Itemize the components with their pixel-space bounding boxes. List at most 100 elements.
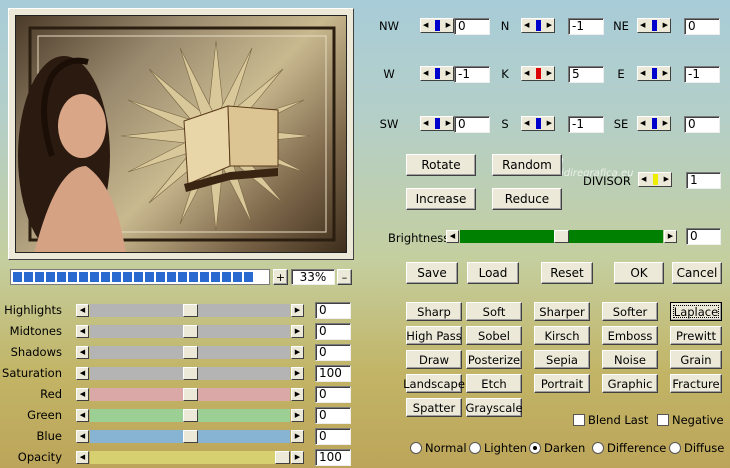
preset-button[interactable]: Portrait [534, 374, 590, 393]
matrix-value-field[interactable]: 0 [454, 116, 490, 133]
preset-button[interactable]: Softer [602, 302, 658, 321]
increase-button[interactable]: Increase [406, 188, 476, 210]
slider-left-arrow[interactable]: ◀ [76, 346, 89, 359]
slider-thumb[interactable] [183, 367, 198, 380]
brightness-thumb[interactable] [554, 230, 569, 243]
matrix-value-field[interactable]: 0 [454, 18, 490, 35]
matrix-value-field[interactable]: -1 [568, 116, 604, 133]
slider-left-arrow[interactable]: ◀ [76, 430, 89, 443]
preset-button[interactable]: Grain [670, 350, 722, 369]
preset-button[interactable]: Emboss [602, 326, 658, 345]
matrix-value-field[interactable]: 0 [684, 116, 720, 133]
slider-value-field[interactable]: 0 [315, 302, 351, 319]
slider-track[interactable] [90, 451, 290, 464]
slider-right-arrow[interactable]: ▶ [291, 451, 304, 464]
divisor-field[interactable]: 1 [686, 172, 721, 189]
slider-left-arrow[interactable]: ◀ [76, 367, 89, 380]
matrix-spinner[interactable]: ◀ ▶ [637, 116, 671, 131]
brightness-field[interactable]: 0 [686, 228, 721, 245]
blend-last-checkbox[interactable] [573, 414, 585, 426]
slider-right-arrow[interactable]: ▶ [291, 346, 304, 359]
slider-thumb[interactable] [183, 388, 198, 401]
left-arrow-icon[interactable]: ◀ [423, 70, 428, 77]
preset-button[interactable]: High Pass [406, 326, 462, 345]
matrix-spinner[interactable]: ◀ ▶ [420, 66, 454, 81]
matrix-spinner[interactable]: ◀ ▶ [521, 66, 555, 81]
preset-button[interactable]: Prewitt [670, 326, 722, 345]
matrix-spinner[interactable]: ◀ ▶ [637, 18, 671, 33]
preset-button[interactable]: Draw [406, 350, 462, 369]
slider-thumb[interactable] [183, 304, 198, 317]
preset-button[interactable]: Landscape [403, 374, 465, 393]
matrix-spinner[interactable]: ◀ ▶ [420, 18, 454, 33]
zoom-in-button[interactable]: + [273, 269, 288, 285]
load-button[interactable]: Load [467, 262, 519, 284]
matrix-value-field[interactable]: -1 [454, 66, 490, 83]
right-arrow-icon[interactable]: ▶ [663, 22, 668, 29]
slider-thumb[interactable] [183, 430, 198, 443]
preset-button[interactable]: Sharp [406, 302, 462, 321]
slider-value-field[interactable]: 100 [315, 365, 351, 382]
slider-thumb[interactable] [183, 325, 198, 338]
matrix-value-field[interactable]: 5 [568, 66, 604, 83]
cancel-button[interactable]: Cancel [672, 262, 722, 284]
slider-value-field[interactable]: 0 [315, 407, 351, 424]
preset-button[interactable]: Fracture [670, 374, 722, 393]
negative-checkbox[interactable] [657, 414, 669, 426]
brightness-left-arrow[interactable]: ◀ [446, 230, 459, 243]
right-arrow-icon[interactable]: ▶ [547, 70, 552, 77]
save-button[interactable]: Save [406, 262, 458, 284]
right-arrow-icon[interactable]: ▶ [547, 120, 552, 127]
slider-right-arrow[interactable]: ▶ [291, 304, 304, 317]
preset-button[interactable]: Grayscale [465, 398, 523, 417]
left-arrow-icon[interactable]: ◀ [640, 120, 645, 127]
slider-value-field[interactable]: 0 [315, 323, 351, 340]
preset-button[interactable]: Soft [466, 302, 522, 321]
preset-button[interactable]: Posterize [466, 350, 522, 369]
preset-button[interactable]: Noise [602, 350, 658, 369]
slider-thumb[interactable] [183, 409, 198, 422]
preset-button[interactable]: Sepia [534, 350, 590, 369]
preview-image[interactable] [15, 15, 347, 253]
matrix-spinner[interactable]: ◀ ▶ [521, 116, 555, 131]
blend-mode-radio[interactable] [469, 442, 481, 454]
preset-button[interactable]: Sharper [534, 302, 590, 321]
left-arrow-icon[interactable]: ◀ [524, 22, 529, 29]
preset-button[interactable]: Sobel [466, 326, 522, 345]
left-arrow-icon[interactable]: ◀ [640, 22, 645, 29]
slider-left-arrow[interactable]: ◀ [76, 304, 89, 317]
preset-button[interactable]: Graphic [602, 374, 658, 393]
right-arrow-icon[interactable]: ▶ [663, 70, 668, 77]
reset-button[interactable]: Reset [541, 262, 593, 284]
slider-thumb[interactable] [183, 346, 198, 359]
blend-mode-radio[interactable] [529, 442, 541, 454]
slider-left-arrow[interactable]: ◀ [76, 325, 89, 338]
preset-button[interactable]: Laplace [670, 302, 722, 321]
ok-button[interactable]: OK [614, 262, 664, 284]
slider-left-arrow[interactable]: ◀ [76, 388, 89, 401]
preset-button[interactable]: Kirsch [534, 326, 590, 345]
slider-value-field[interactable]: 0 [315, 344, 351, 361]
slider-right-arrow[interactable]: ▶ [291, 430, 304, 443]
slider-right-arrow[interactable]: ▶ [291, 409, 304, 422]
reduce-button[interactable]: Reduce [492, 188, 562, 210]
slider-left-arrow[interactable]: ◀ [76, 451, 89, 464]
matrix-spinner[interactable]: ◀ ▶ [420, 116, 454, 131]
right-arrow-icon[interactable]: ▶ [446, 22, 451, 29]
left-arrow-icon[interactable]: ◀ [423, 120, 428, 127]
preset-button[interactable]: Etch [466, 374, 522, 393]
left-arrow-icon[interactable]: ◀ [423, 22, 428, 29]
zoom-out-button[interactable]: – [337, 269, 352, 285]
slider-right-arrow[interactable]: ▶ [291, 367, 304, 380]
slider-right-arrow[interactable]: ▶ [291, 325, 304, 338]
right-arrow-icon[interactable]: ▶ [446, 120, 451, 127]
matrix-value-field[interactable]: -1 [684, 66, 720, 83]
blend-mode-radio[interactable] [592, 442, 604, 454]
slider-left-arrow[interactable]: ◀ [76, 409, 89, 422]
slider-right-arrow[interactable]: ▶ [291, 388, 304, 401]
divisor-spinner[interactable]: ◀ ▶ [638, 172, 672, 187]
rotate-button[interactable]: Rotate [406, 154, 476, 176]
left-arrow-icon[interactable]: ◀ [524, 70, 529, 77]
matrix-value-field[interactable]: -1 [568, 18, 604, 35]
right-arrow-icon[interactable]: ▶ [547, 22, 552, 29]
